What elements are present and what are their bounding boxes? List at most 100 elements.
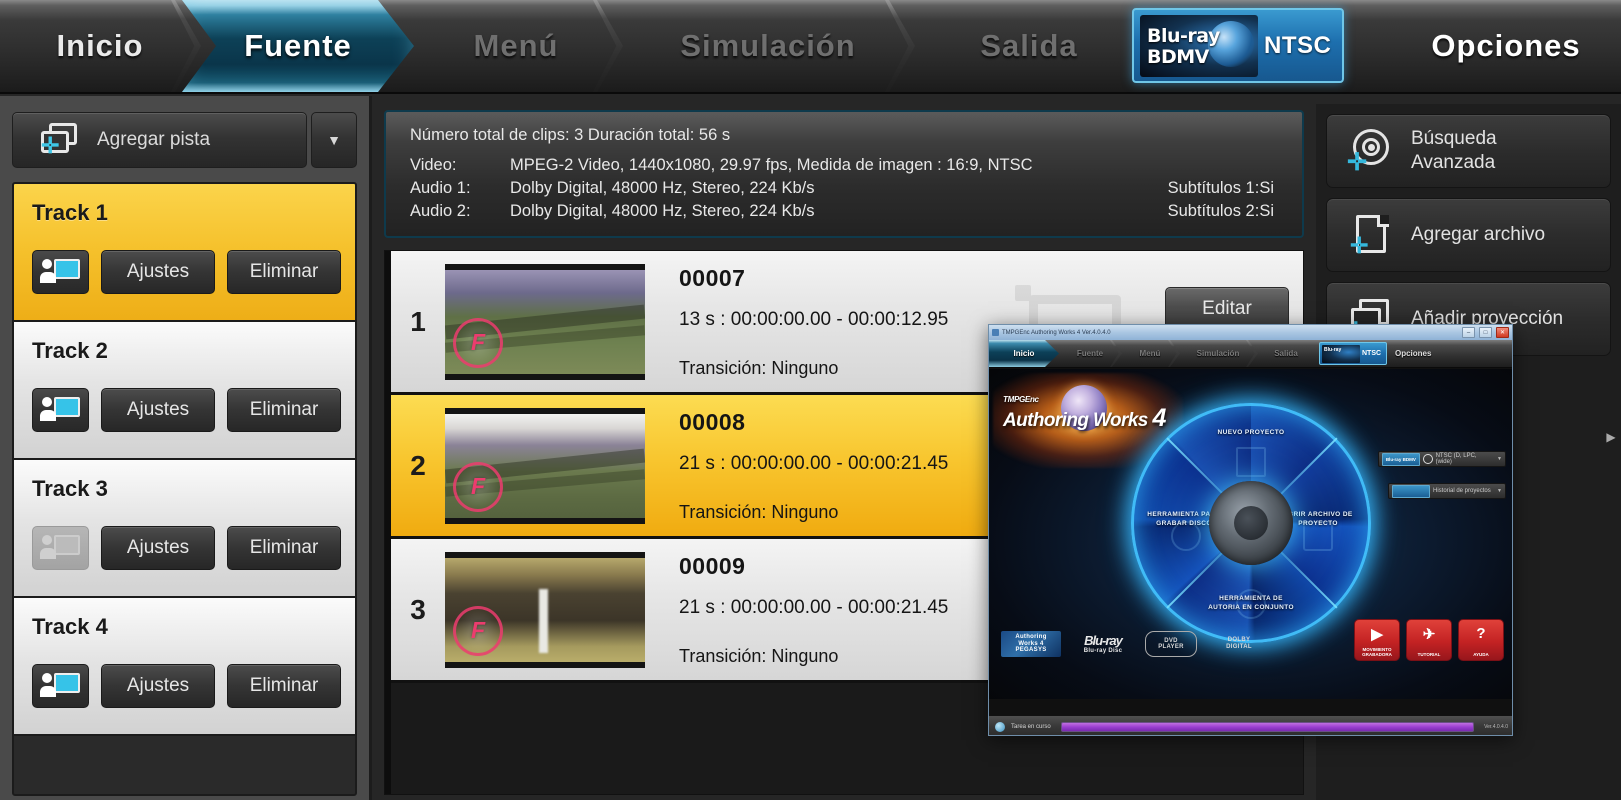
chevron-divider-icon: [885, 0, 915, 92]
inner-nav-tab-opciones-label: Opciones: [1395, 349, 1432, 358]
add-track-dropdown-button[interactable]: ▼: [311, 112, 357, 168]
track-thumbnail-icon[interactable]: [32, 388, 89, 432]
clip-thumbnail[interactable]: F: [445, 263, 645, 380]
dvd-sub: PLAYER: [1158, 644, 1184, 650]
clip-index: 1: [410, 305, 426, 337]
source-info-panel: Número total de clips: 3 Duración total:…: [384, 110, 1304, 238]
nav-tab-fuente[interactable]: Fuente: [182, 0, 414, 92]
track-item-3[interactable]: Track 3 Ajustes Eliminar: [14, 460, 355, 598]
nav-tab-simulacion[interactable]: Simulación: [622, 0, 915, 92]
inner-nav-tab-menu[interactable]: Menú: [1121, 340, 1180, 367]
inner-action-buttons: ▶ MOVIMIENTO GRABADORA ✈ TUTORIAL ? AYUD…: [1354, 619, 1504, 661]
status-text: Tarea en curso: [1011, 723, 1051, 730]
inner-start-screen: TMPGEnc Authoring Works 4 NUEVO PROYECTO…: [989, 369, 1512, 699]
format-logo-line1: Blu-ray: [1147, 24, 1220, 47]
inner-window-close-button[interactable]: ✕: [1496, 327, 1509, 338]
track-thumbnail-icon-disabled: [32, 526, 89, 570]
track-thumbnail-icon[interactable]: [32, 250, 89, 294]
track-settings-button[interactable]: Ajustes: [101, 664, 215, 708]
wheel-hub: [1209, 481, 1293, 565]
inner-window-titlebar[interactable]: TMPGEnc Authoring Works 4 Ver.4.0.4.0 – …: [989, 325, 1512, 340]
aw-logo-line2: Works 4: [1018, 640, 1044, 647]
add-file-button[interactable]: ✛ Agregar archivo: [1326, 198, 1611, 272]
advanced-search-label: Búsqueda Avanzada: [1411, 127, 1497, 175]
add-track-button[interactable]: ✛ Agregar pista: [12, 112, 307, 168]
subtitle1-value: Subtítulos 1:Si: [1167, 179, 1274, 197]
wheel-option-new-project[interactable]: NUEVO PROYECTO: [1204, 429, 1298, 438]
application-window: Inicio Fuente Menú Simulación Salida Opc…: [0, 0, 1621, 800]
dolby-logo: DOLBY DIGITAL: [1211, 631, 1267, 657]
inner-nav-tab-inicio[interactable]: Inicio: [989, 340, 1059, 367]
track-settings-button[interactable]: Ajustes: [101, 250, 215, 294]
track-item-1[interactable]: Track 1 Ajustes Eliminar: [14, 184, 355, 322]
add-track-icon: ✛: [39, 123, 79, 157]
track-item-4[interactable]: Track 4 Ajustes Eliminar: [14, 598, 355, 736]
clip-thumbnail[interactable]: F: [445, 407, 645, 524]
aw-logo-line3: PEGASYS: [1015, 647, 1047, 654]
track-delete-button[interactable]: Eliminar: [227, 250, 341, 294]
clip-index: 2: [410, 449, 426, 481]
aw-logo-line1: Authoring: [1015, 634, 1047, 641]
bluray-bdmv-logo-icon: Blu-ray BDMV: [1140, 14, 1258, 77]
inner-nav-tab-simulacion[interactable]: Simulación: [1179, 340, 1258, 367]
clip-thumbnail[interactable]: F: [445, 551, 645, 668]
nav-tab-inicio-label: Inicio: [56, 28, 144, 63]
track-item-2[interactable]: Track 2 Ajustes Eliminar: [14, 322, 355, 460]
inner-nav-tab-fuente[interactable]: Fuente: [1059, 340, 1122, 367]
progress-bar: [1060, 721, 1475, 732]
bluray-disc-mark: Blu-ray: [1084, 632, 1123, 648]
product-logo-name: Authoring Works 4: [1003, 404, 1166, 433]
chevron-down-icon: ▼: [327, 132, 341, 148]
inner-format-selector-dropdown[interactable]: Blu-ray BDMV NTSC (D, LPC, (wide) ▼: [1378, 451, 1506, 467]
inner-format-selector-value: NTSC (D, LPC, (wide): [1435, 453, 1477, 465]
track-settings-button[interactable]: Ajustes: [101, 388, 215, 432]
format-logo-line2: BDMV: [1147, 45, 1209, 68]
bluray-disc-sub: Blu-ray Disc: [1083, 647, 1123, 654]
track-sidebar: ✛ Agregar pista ▼ Track 1 Ajustes Elimin…: [0, 96, 372, 800]
tutorial-icon: ✈: [1422, 626, 1436, 643]
start-action-wheel: NUEVO PROYECTO HERRAMIENTA PARA GRABAR D…: [1131, 403, 1371, 643]
advanced-search-button[interactable]: ✛ Búsqueda Avanzada: [1326, 114, 1611, 188]
audio1-label: Audio 1:: [410, 179, 471, 197]
nav-tab-salida[interactable]: Salida: [914, 0, 1144, 92]
product-logo-name-text: Authoring Works: [1003, 410, 1148, 431]
inner-project-history-dropdown[interactable]: Historial de proyectos ▼: [1388, 483, 1506, 499]
nav-tab-inicio[interactable]: Inicio: [0, 0, 201, 92]
play-icon: ▶: [1371, 626, 1383, 643]
track-actions: Ajustes Eliminar: [32, 250, 341, 294]
nav-tab-opciones[interactable]: Opciones: [1366, 0, 1621, 92]
recorder-button[interactable]: ▶ MOVIMIENTO GRABADORA: [1354, 619, 1400, 661]
help-button[interactable]: ? AYUDA: [1458, 619, 1504, 661]
track-delete-button[interactable]: Eliminar: [227, 526, 341, 570]
inner-format-badge[interactable]: Blu-ray NTSC: [1319, 342, 1387, 365]
inner-status-bar: Tarea en curso Ver.4.0.4.0: [989, 715, 1512, 735]
inner-nav-tab-opciones[interactable]: Opciones: [1387, 340, 1439, 367]
help-button-label: AYUDA: [1473, 652, 1489, 657]
nav-tab-menu[interactable]: Menú: [410, 0, 623, 92]
authoring-works-logo: Authoring Works 4 PEGASYS: [1001, 631, 1061, 657]
clip-summary-text: Número total de clips: 3 Duración total:…: [410, 126, 731, 144]
wheel-option-authoring-tool[interactable]: HERRAMIENTA DE AUTORIA EN CONJUNTO: [1204, 595, 1298, 613]
track-thumbnail-icon[interactable]: [32, 664, 89, 708]
inner-nav-tab-inicio-label: Inicio: [1013, 349, 1035, 358]
inner-window-body: Inicio Fuente Menú Simulación Salida Blu…: [989, 340, 1512, 735]
chevron-down-icon: ▼: [1497, 488, 1502, 494]
track-settings-button[interactable]: Ajustes: [101, 526, 215, 570]
new-project-icon: [1236, 447, 1266, 477]
track-actions: Ajustes Eliminar: [32, 388, 341, 432]
nav-tab-fuente-label: Fuente: [244, 28, 352, 63]
format-badge-bluray-bdmv-ntsc[interactable]: Blu-ray BDMV NTSC: [1132, 8, 1344, 83]
inner-nav-tab-salida[interactable]: Salida: [1257, 340, 1315, 367]
inner-window-minimize-button[interactable]: –: [1462, 327, 1475, 338]
search-icon: [1422, 454, 1433, 464]
inner-application-window[interactable]: TMPGEnc Authoring Works 4 Ver.4.0.4.0 – …: [988, 324, 1513, 736]
inner-window-maximize-button[interactable]: □: [1479, 327, 1492, 338]
scroll-right-icon[interactable]: ▶: [1603, 426, 1619, 448]
add-file-icon: ✛: [1347, 211, 1395, 259]
video-info-row: Video: MPEG-2 Video, 1440x1080, 29.97 fp…: [410, 156, 1302, 175]
track-delete-button[interactable]: Eliminar: [227, 388, 341, 432]
tutorial-button[interactable]: ✈ TUTORIAL: [1406, 619, 1452, 661]
chevron-divider-icon: [593, 0, 623, 92]
audio1-value: Dolby Digital, 48000 Hz, Stereo, 224 Kb/…: [510, 179, 815, 197]
track-delete-button[interactable]: Eliminar: [227, 664, 341, 708]
